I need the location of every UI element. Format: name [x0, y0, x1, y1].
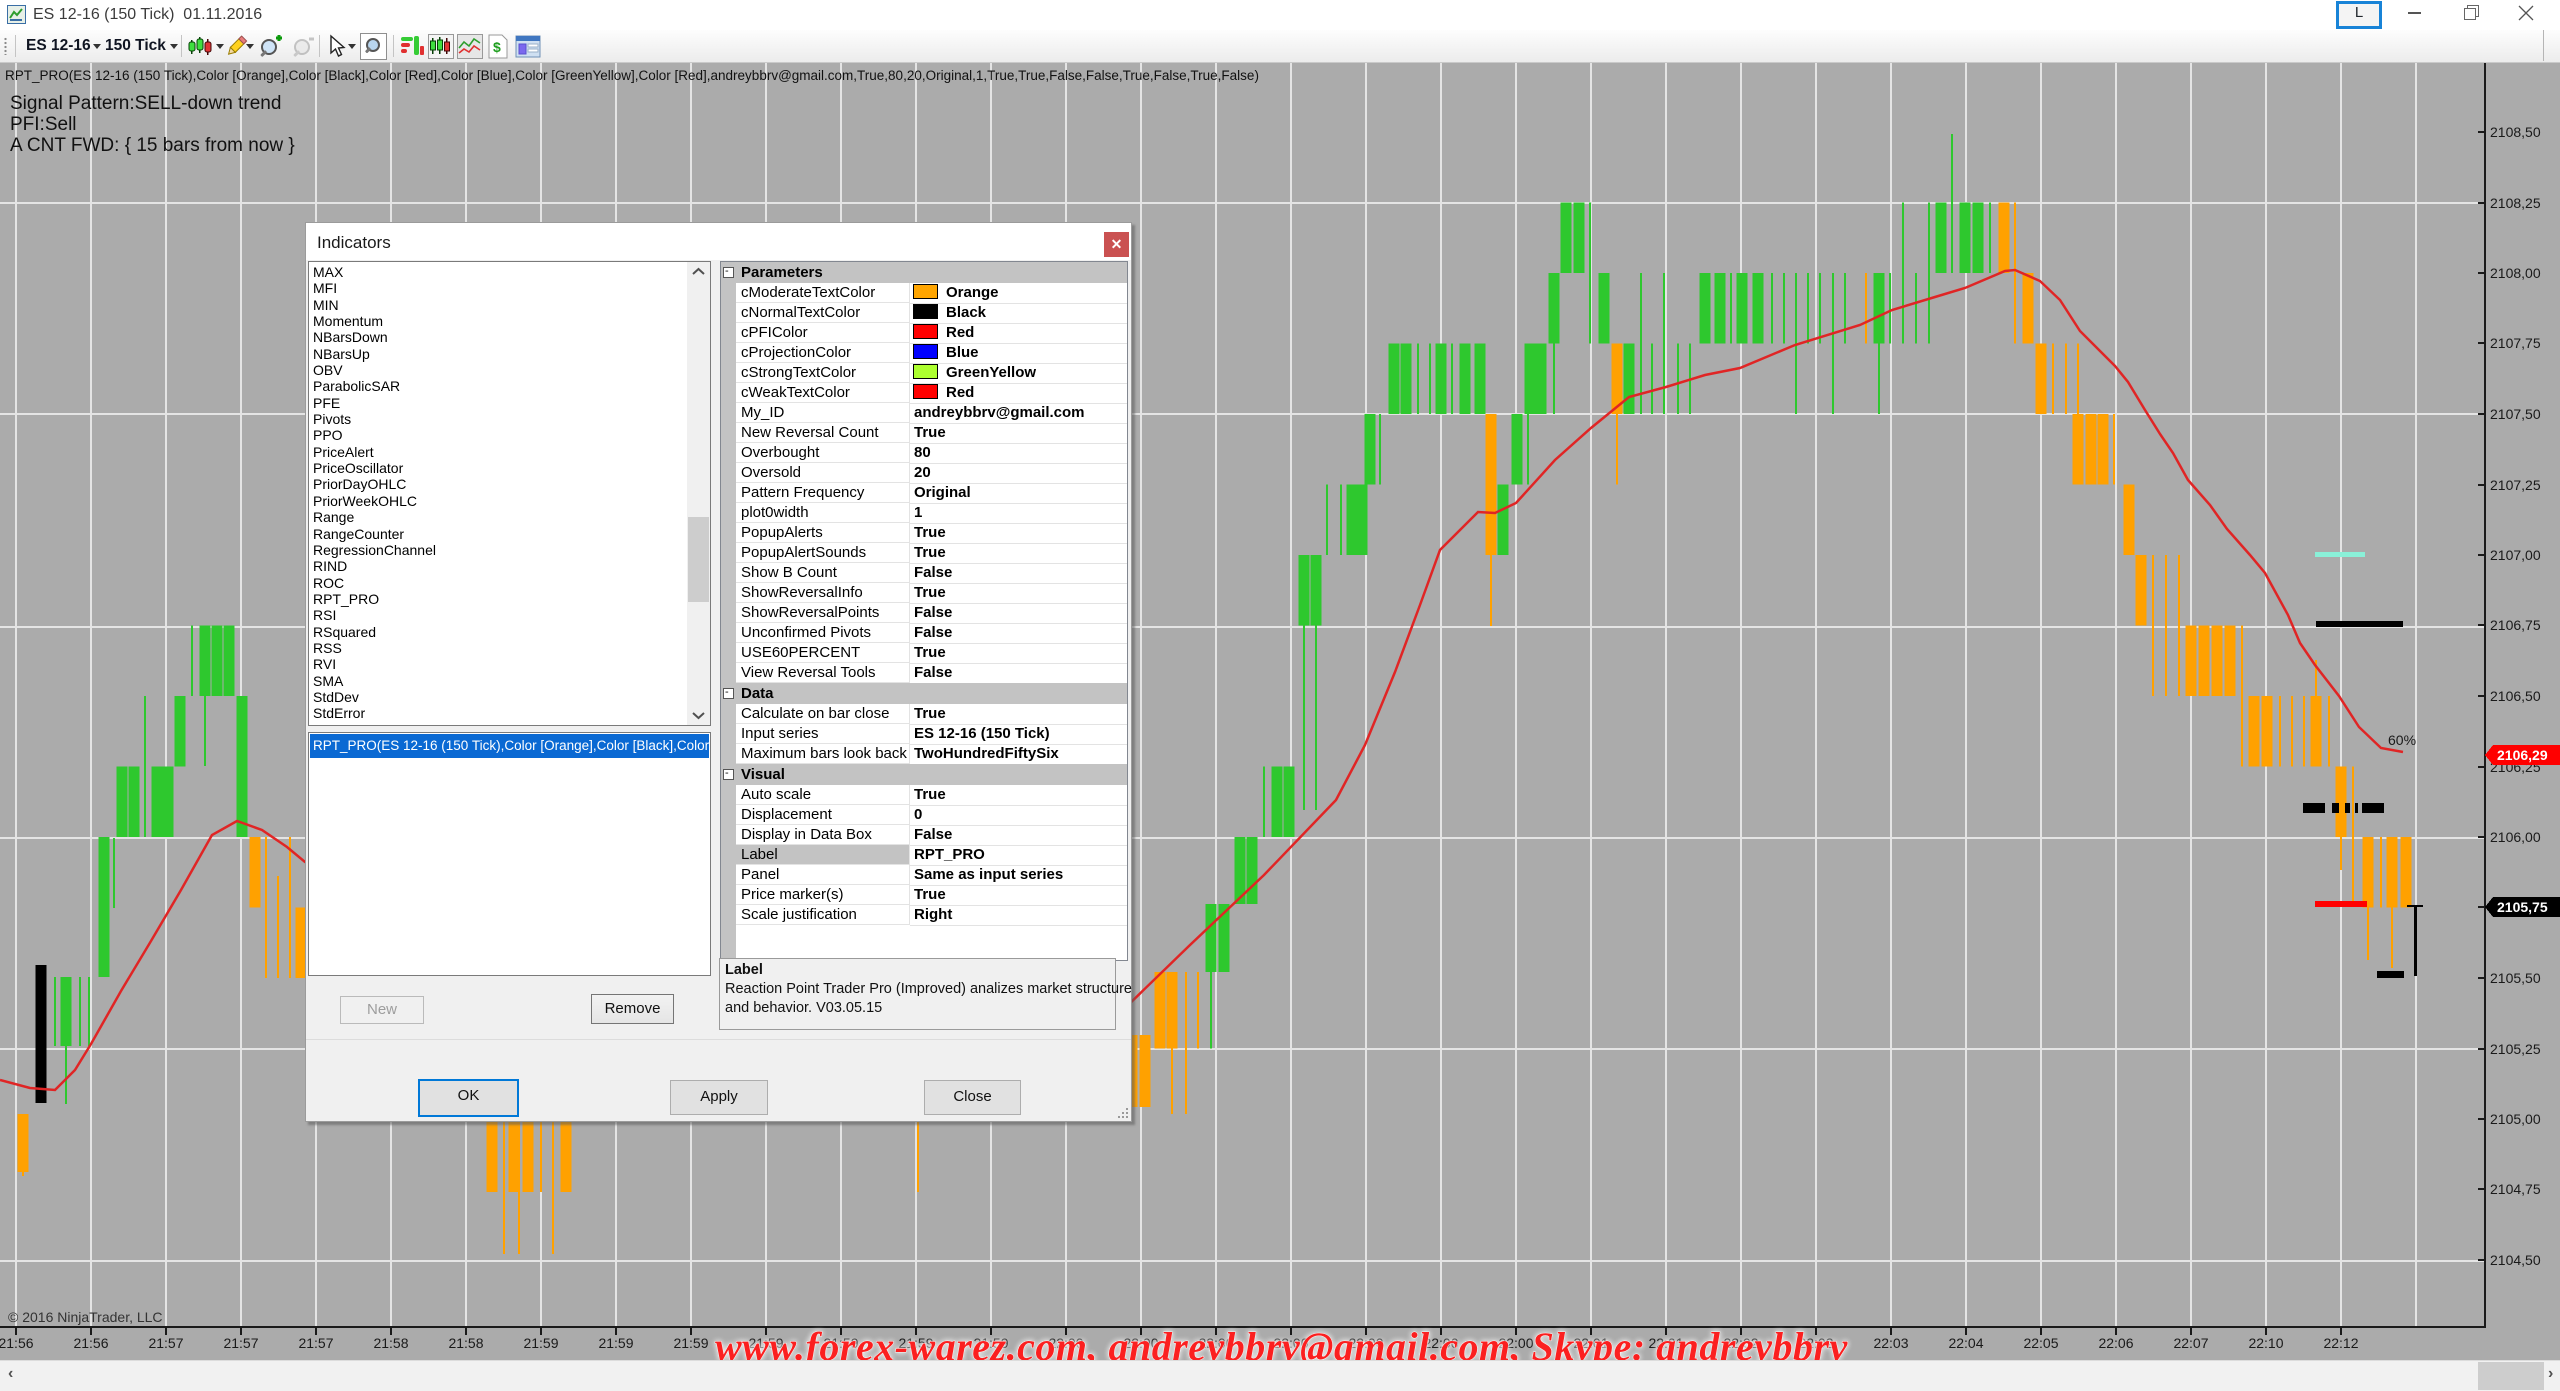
- svg-text:PFI:Sell: PFI:Sell: [10, 114, 77, 135]
- svg-text:21:59: 21:59: [673, 1335, 708, 1351]
- svg-text:21:56: 21:56: [73, 1335, 108, 1351]
- svg-text:22:10: 22:10: [2248, 1335, 2283, 1351]
- svg-text:21:57: 21:57: [298, 1335, 333, 1351]
- svg-text:21:58: 21:58: [373, 1335, 408, 1351]
- svg-text:21:59: 21:59: [598, 1335, 633, 1351]
- svg-text:2106,50: 2106,50: [2490, 688, 2541, 704]
- svg-text:2107,75: 2107,75: [2490, 335, 2541, 351]
- svg-text:2104,50: 2104,50: [2490, 1252, 2541, 1268]
- svg-text:2105,75: 2105,75: [2497, 899, 2548, 915]
- svg-text:2105,00: 2105,00: [2490, 1111, 2541, 1127]
- svg-text:21:59: 21:59: [523, 1335, 558, 1351]
- svg-text:Signal Pattern:SELL-down trend: Signal Pattern:SELL-down trend: [10, 93, 281, 114]
- svg-text:2107,00: 2107,00: [2490, 547, 2541, 563]
- svg-text:2106,00: 2106,00: [2490, 829, 2541, 845]
- svg-text:RPT_PRO(ES 12-16 (150 Tick),Co: RPT_PRO(ES 12-16 (150 Tick),Color [Orang…: [5, 68, 1259, 83]
- svg-text:2105,25: 2105,25: [2490, 1041, 2541, 1057]
- svg-text:2106,29: 2106,29: [2497, 747, 2548, 763]
- svg-text:2108,50: 2108,50: [2490, 124, 2541, 140]
- svg-text:21:58: 21:58: [448, 1335, 483, 1351]
- svg-text:21:57: 21:57: [223, 1335, 258, 1351]
- svg-text:22:12: 22:12: [2323, 1335, 2358, 1351]
- svg-text:21:57: 21:57: [148, 1335, 183, 1351]
- svg-text:2106,75: 2106,75: [2490, 617, 2541, 633]
- svg-text:22:05: 22:05: [2023, 1335, 2058, 1351]
- svg-text:60%: 60%: [2388, 732, 2416, 748]
- svg-text:A CNT FWD: { 15 bars from now: A CNT FWD: { 15 bars from now }: [10, 135, 295, 156]
- svg-text:2107,50: 2107,50: [2490, 406, 2541, 422]
- svg-text:$: $: [493, 39, 501, 55]
- svg-text:2108,00: 2108,00: [2490, 265, 2541, 281]
- svg-text:2107,25: 2107,25: [2490, 477, 2541, 493]
- svg-text:2105,50: 2105,50: [2490, 970, 2541, 986]
- svg-text:22:06: 22:06: [2098, 1335, 2133, 1351]
- svg-text:22:07: 22:07: [2173, 1335, 2208, 1351]
- svg-text:21:56: 21:56: [0, 1335, 34, 1351]
- svg-text:© 2016 NinjaTrader, LLC: © 2016 NinjaTrader, LLC: [8, 1309, 163, 1325]
- svg-text:22:04: 22:04: [1948, 1335, 1983, 1351]
- svg-text:22:03: 22:03: [1873, 1335, 1908, 1351]
- svg-text:2108,25: 2108,25: [2490, 195, 2541, 211]
- svg-text:2104,75: 2104,75: [2490, 1181, 2541, 1197]
